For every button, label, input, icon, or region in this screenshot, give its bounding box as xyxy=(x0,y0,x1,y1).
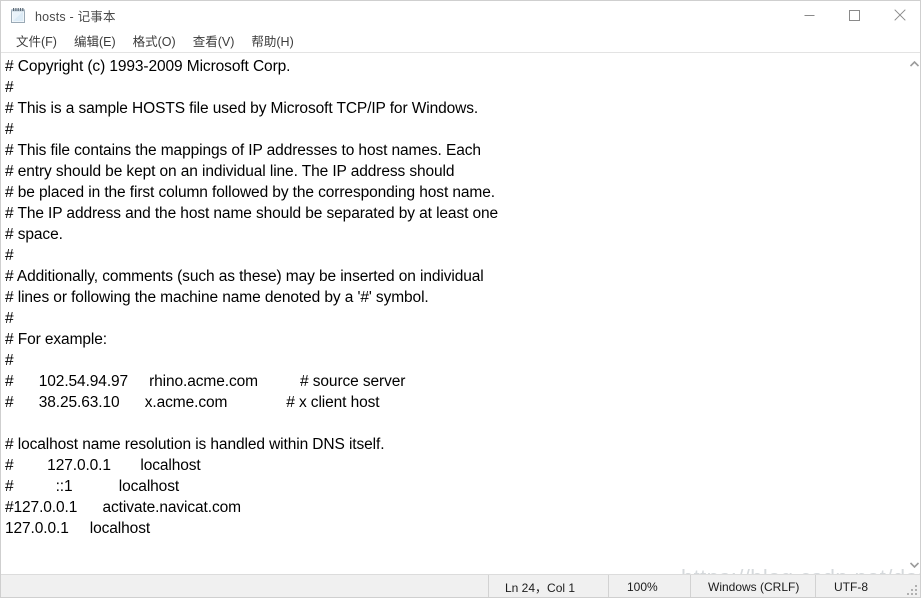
resize-grip-icon[interactable] xyxy=(905,575,920,597)
editor-line: # Copyright (c) 1993-2009 Microsoft Corp… xyxy=(5,58,291,75)
window-controls xyxy=(787,1,920,29)
editor-line: # xyxy=(5,79,14,96)
editor-line: # xyxy=(5,352,14,369)
editor-line: # space. xyxy=(5,226,63,243)
editor-line: #127.0.0.1 activate.navicat.com xyxy=(5,499,241,516)
editor-line: # entry should be kept on an individual … xyxy=(5,163,455,180)
editor-line: # Additionally, comments (such as these)… xyxy=(5,268,484,285)
status-line-ending: Windows (CRLF) xyxy=(690,575,815,597)
text-editor[interactable]: # Copyright (c) 1993-2009 Microsoft Corp… xyxy=(1,53,905,574)
menu-item-file[interactable]: 文件(F) xyxy=(8,29,66,52)
scrollbar-track[interactable] xyxy=(906,72,920,556)
menu-bar: 文件(F) 编辑(E) 格式(O) 查看(V) 帮助(H) xyxy=(1,29,920,52)
menu-item-view[interactable]: 查看(V) xyxy=(185,29,244,52)
scroll-down-arrow-icon[interactable] xyxy=(906,556,920,573)
status-zoom-level[interactable]: 100% xyxy=(608,575,690,597)
notepad-icon xyxy=(10,7,27,24)
close-button[interactable] xyxy=(877,1,920,29)
editor-line: # This is a sample HOSTS file used by Mi… xyxy=(5,100,479,117)
menu-item-edit[interactable]: 编辑(E) xyxy=(66,29,125,52)
editor-line: # xyxy=(5,121,14,138)
editor-line: # 38.25.63.10 x.acme.com # x client host xyxy=(5,394,380,411)
menu-item-format[interactable]: 格式(O) xyxy=(125,29,185,52)
maximize-button[interactable] xyxy=(832,1,877,29)
editor-line: 127.0.0.1 localhost xyxy=(5,520,151,537)
editor-line: # xyxy=(5,247,14,264)
window-title: hosts - 记事本 xyxy=(35,9,116,24)
editor-line: # The IP address and the host name shoul… xyxy=(5,205,499,222)
editor-line: # This file contains the mappings of IP … xyxy=(5,142,481,159)
status-bar: Ln 24，Col 1 100% Windows (CRLF) UTF-8 xyxy=(1,574,920,597)
vertical-scrollbar[interactable] xyxy=(905,53,920,575)
editor-line: # localhost name resolution is handled w… xyxy=(5,436,385,453)
notepad-window: hosts - 记事本 文件(F) 编辑(E) 格式(O) 查看(V) 帮助(H… xyxy=(0,0,921,598)
editor-line: # lines or following the machine name de… xyxy=(5,289,429,306)
editor-area: # Copyright (c) 1993-2009 Microsoft Corp… xyxy=(1,52,920,590)
status-cursor-position: Ln 24，Col 1 xyxy=(488,575,608,597)
editor-line: # be placed in the first column followed… xyxy=(5,184,495,201)
editor-line: # 102.54.94.97 rhino.acme.com # source s… xyxy=(5,373,406,390)
editor-line: # For example: xyxy=(5,331,107,348)
editor-line: # ::1 localhost xyxy=(5,478,180,495)
menu-item-help[interactable]: 帮助(H) xyxy=(243,29,302,52)
scroll-up-arrow-icon[interactable] xyxy=(906,55,920,72)
title-bar-left: hosts - 记事本 xyxy=(1,6,116,25)
status-encoding: UTF-8 xyxy=(815,575,905,597)
editor-line: # xyxy=(5,310,14,327)
title-bar: hosts - 记事本 xyxy=(1,1,920,29)
editor-line: # 127.0.0.1 localhost xyxy=(5,457,201,474)
minimize-button[interactable] xyxy=(787,1,832,29)
